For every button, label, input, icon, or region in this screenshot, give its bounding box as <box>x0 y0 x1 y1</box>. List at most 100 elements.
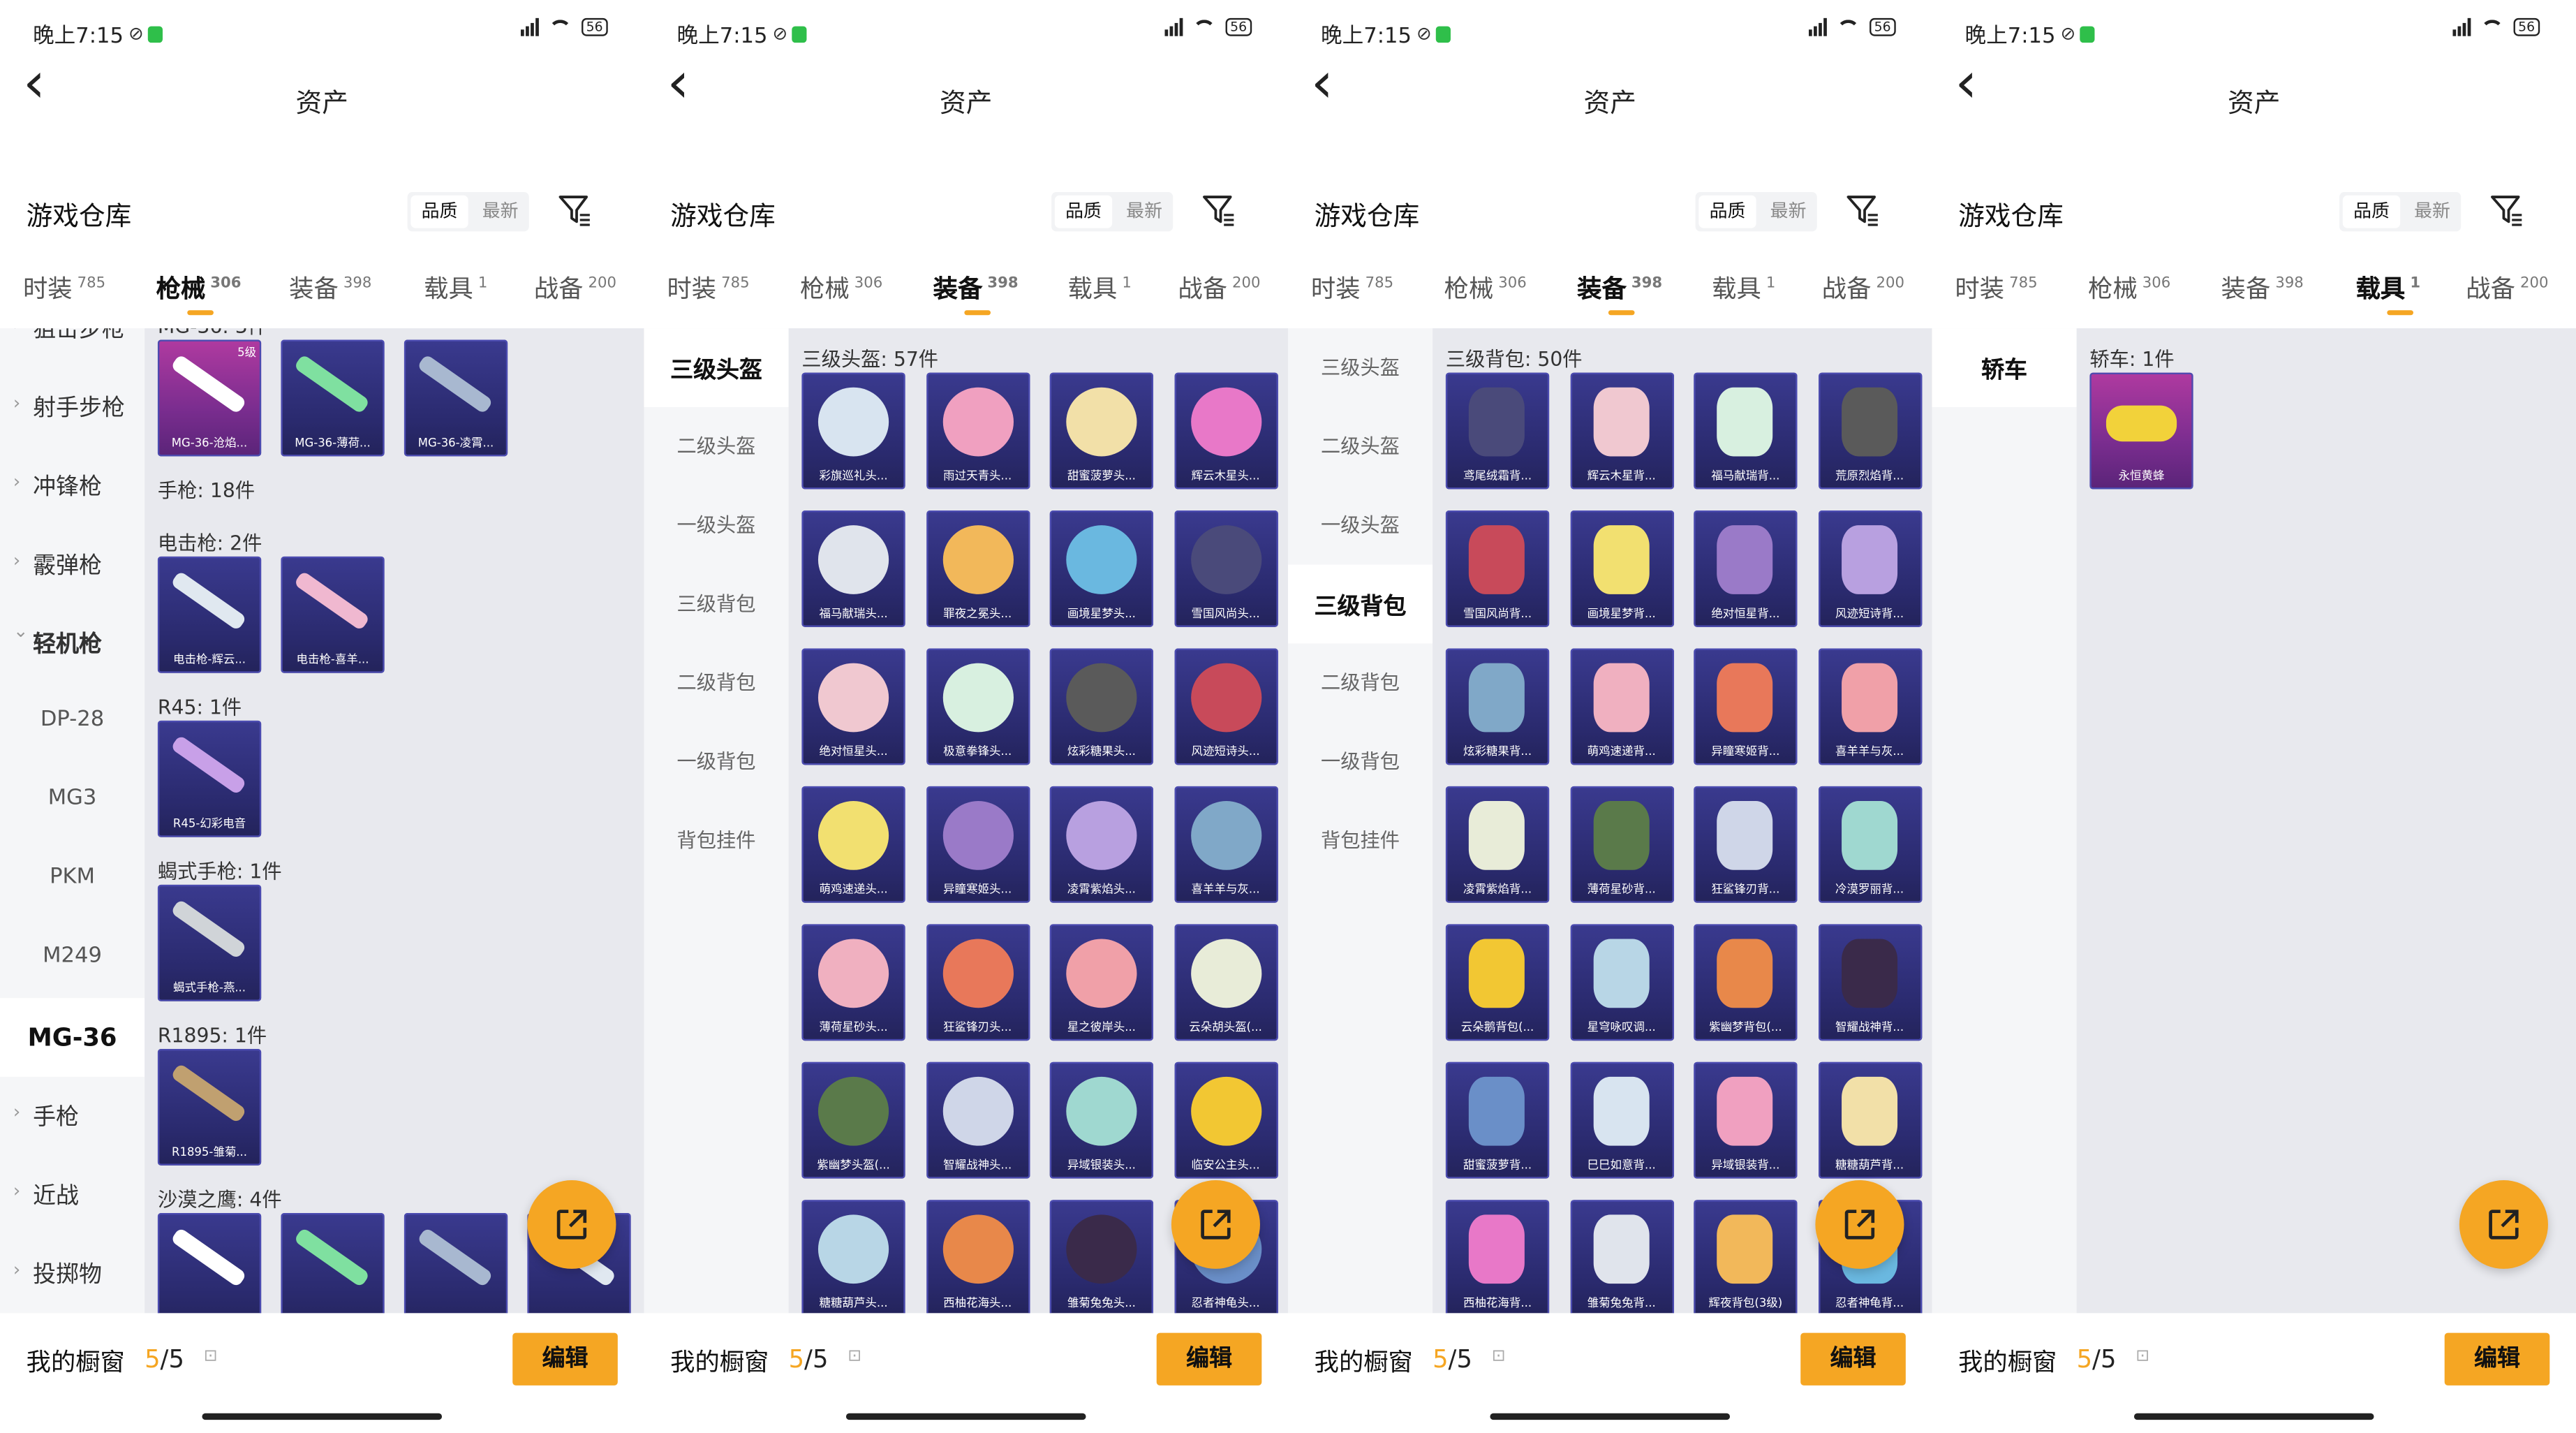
item-tile[interactable]: 风迹短诗背... <box>1817 510 1922 627</box>
side-item-5[interactable]: 一级背包 <box>1288 722 1433 801</box>
item-tile[interactable]: R1895-雏菊... <box>157 1048 262 1166</box>
sort-latest-option[interactable]: 最新 <box>1759 192 1816 231</box>
tab-0[interactable]: 时装 785 <box>23 271 105 305</box>
tab-2[interactable]: 装备 398 <box>289 271 371 305</box>
item-tile[interactable]: 雏菊兔兔头... <box>1049 1200 1154 1314</box>
item-tile[interactable]: 风迹短诗头... <box>1174 648 1278 765</box>
item-tile[interactable]: 罪夜之冕头... <box>926 510 1030 627</box>
edit-button[interactable]: 编辑 <box>512 1332 618 1386</box>
side-item-1[interactable]: 二级头盔 <box>1288 407 1433 486</box>
side-item-5[interactable]: 一级背包 <box>644 722 788 801</box>
item-tile[interactable]: 永恒黄蜂 <box>2089 372 2193 490</box>
tab-3[interactable]: 载具 1 <box>424 271 487 305</box>
item-tile[interactable]: 异域银装头... <box>1049 1061 1154 1179</box>
side-item-2[interactable]: 一级头盔 <box>1288 486 1433 565</box>
item-tile[interactable]: R45-幻彩电音 <box>157 720 262 837</box>
item-tile[interactable]: 喜羊羊与灰... <box>1174 786 1278 903</box>
filter-icon[interactable] <box>1846 193 1879 226</box>
item-tile[interactable]: 福马献瑞背... <box>1694 372 1798 490</box>
item-tile[interactable]: 冷漠罗丽背... <box>1817 786 1922 903</box>
item-tile[interactable]: 鸢尾绒霜背... <box>1445 372 1550 490</box>
item-tile[interactable]: 糖糖葫芦背... <box>1817 1061 1922 1179</box>
side-item-7[interactable]: PKM <box>0 840 145 919</box>
item-tile[interactable]: 狂鲨锋刃头... <box>926 924 1030 1041</box>
item-tile[interactable]: 星之彼岸头... <box>1049 924 1154 1041</box>
filter-icon[interactable] <box>1203 193 1236 226</box>
side-item-4[interactable]: ⌄ 轻机枪 <box>0 604 145 683</box>
share-icon[interactable] <box>1171 1180 1260 1269</box>
item-tile[interactable] <box>281 1213 385 1314</box>
tab-2[interactable]: 装备 398 <box>2221 271 2304 305</box>
item-tile[interactable]: MG-36-凌霄... <box>404 339 508 457</box>
item-tile[interactable]: 异瞳寒姬背... <box>1694 648 1798 765</box>
side-item-8[interactable]: M249 <box>0 919 145 998</box>
tab-3[interactable]: 载具 1 <box>1712 271 1775 305</box>
side-item-4[interactable]: 二级背包 <box>1288 643 1433 722</box>
edit-button[interactable]: 编辑 <box>1156 1332 1262 1386</box>
item-tile[interactable]: 画境星梦头... <box>1049 510 1154 627</box>
item-tile[interactable]: 荒原烈焰背... <box>1817 372 1922 490</box>
item-tile[interactable]: 薄荷星砂背... <box>1569 786 1673 903</box>
tab-1[interactable]: 枪械 306 <box>2088 271 2170 305</box>
tab-1[interactable]: 枪械 306 <box>1444 271 1527 305</box>
tab-2[interactable]: 装备 398 <box>1577 271 1662 305</box>
item-tile[interactable]: 炫彩糖果头... <box>1049 648 1154 765</box>
side-item-0[interactable]: 轿车 <box>1932 328 2077 407</box>
side-item-6[interactable]: MG3 <box>0 762 145 841</box>
sort-latest-option[interactable]: 最新 <box>1116 192 1173 231</box>
tab-4[interactable]: 战备 200 <box>2466 271 2548 305</box>
sort-latest-option[interactable]: 最新 <box>2404 192 2461 231</box>
item-tile[interactable]: 雪国风尚背... <box>1445 510 1550 627</box>
share-icon[interactable] <box>2459 1180 2548 1269</box>
item-tile[interactable]: 雏菊兔兔背... <box>1569 1200 1673 1314</box>
item-tile[interactable]: 凌霄紫焰背... <box>1445 786 1550 903</box>
side-item-6[interactable]: 背包挂件 <box>644 801 788 880</box>
item-tile[interactable]: 辉云木星背... <box>1569 372 1673 490</box>
item-tile[interactable]: 云朵鹅背包(... <box>1445 924 1550 1041</box>
item-tile[interactable] <box>157 1213 262 1314</box>
item-tile[interactable]: 云朵胡头盔(... <box>1174 924 1278 1041</box>
item-tile[interactable]: 辉夜背包(3级) <box>1694 1200 1798 1314</box>
item-tile[interactable]: 炫彩糖果背... <box>1445 648 1550 765</box>
tab-0[interactable]: 时装 785 <box>1955 271 2037 305</box>
side-item-0[interactable]: › 狙击步枪 <box>0 328 145 367</box>
item-tile[interactable]: MG-36-薄荷... <box>281 339 385 457</box>
filter-icon[interactable] <box>2491 193 2524 226</box>
item-tile[interactable]: 喜羊羊与灰... <box>1817 648 1922 765</box>
item-tile[interactable]: 蝎式手枪-燕... <box>157 884 262 1001</box>
item-tile[interactable]: 狂鲨锋刃背... <box>1694 786 1798 903</box>
edit-button[interactable]: 编辑 <box>1800 1332 1906 1386</box>
item-tile[interactable]: 西柚花海头... <box>926 1200 1030 1314</box>
sort-quality-option[interactable]: 品质 <box>2342 195 2401 228</box>
side-item-5[interactable]: DP-28 <box>0 683 145 762</box>
item-tile[interactable]: 薄荷星砂头... <box>801 924 905 1041</box>
item-tile[interactable]: 绝对恒星头... <box>801 648 905 765</box>
sort-quality-option[interactable]: 品质 <box>410 195 468 228</box>
item-tile[interactable]: 萌鸡速递背... <box>1569 648 1673 765</box>
tab-0[interactable]: 时装 785 <box>1311 271 1393 305</box>
share-icon[interactable] <box>1815 1180 1904 1269</box>
side-item-2[interactable]: 一级头盔 <box>644 486 788 565</box>
item-tile[interactable]: 福马献瑞头... <box>801 510 905 627</box>
item-tile[interactable]: 异域银装背... <box>1694 1061 1798 1179</box>
filter-icon[interactable] <box>558 193 591 226</box>
side-item-2[interactable]: › 冲锋枪 <box>0 446 145 525</box>
side-item-1[interactable]: › 射手步枪 <box>0 368 145 447</box>
side-item-3[interactable]: › 霰弹枪 <box>0 525 145 604</box>
item-tile[interactable]: 雨过天青头... <box>926 372 1030 490</box>
item-tile[interactable] <box>404 1213 508 1314</box>
item-tile[interactable]: 辉云木星头... <box>1174 372 1278 490</box>
item-tile[interactable]: 星穹咏叹调... <box>1569 924 1673 1041</box>
item-tile[interactable]: 极意拳锋头... <box>926 648 1030 765</box>
edit-button[interactable]: 编辑 <box>2444 1332 2550 1386</box>
tab-4[interactable]: 战备 200 <box>1178 271 1260 305</box>
item-tile[interactable]: 异瞳寒姬头... <box>926 786 1030 903</box>
side-item-10[interactable]: › 手枪 <box>0 1077 145 1156</box>
sort-latest-option[interactable]: 最新 <box>471 192 528 231</box>
item-tile[interactable]: 临安公主头... <box>1174 1061 1278 1179</box>
item-tile[interactable]: 西柚花海背... <box>1445 1200 1550 1314</box>
tab-0[interactable]: 时装 785 <box>667 271 749 305</box>
item-tile[interactable]: 紫幽梦背包(... <box>1694 924 1798 1041</box>
item-tile[interactable]: 绝对恒星背... <box>1694 510 1798 627</box>
side-item-9[interactable]: MG-36 <box>0 998 145 1077</box>
